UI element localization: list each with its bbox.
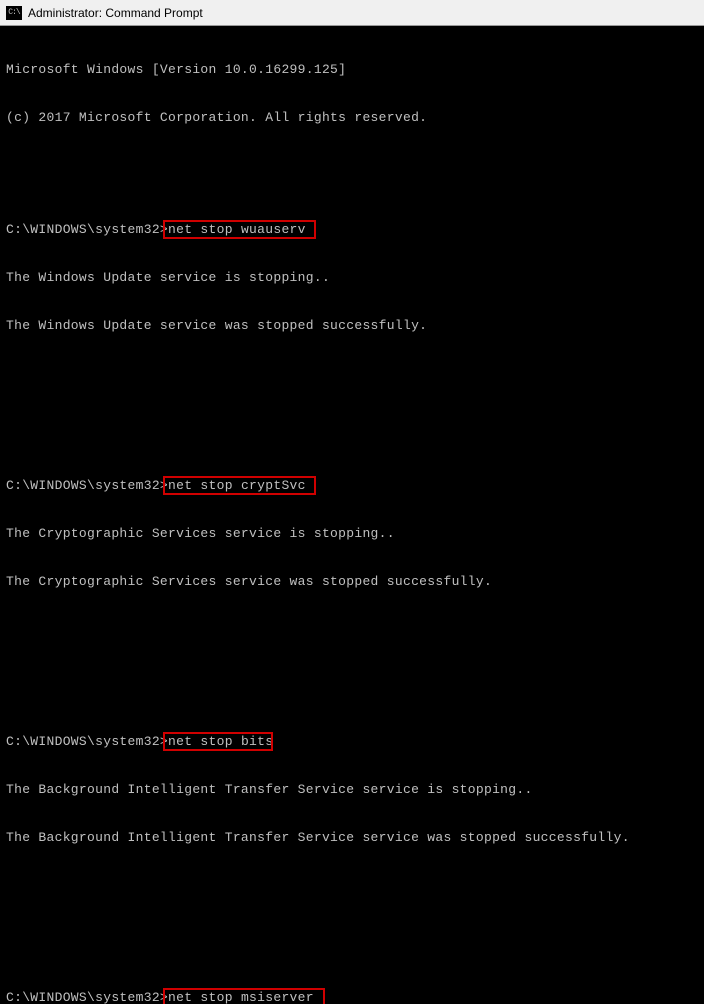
prompt: C:\WINDOWS\system32> [6, 222, 168, 238]
output-line: The Windows Update service is stopping.. [6, 270, 698, 286]
command-line-4: C:\WINDOWS\system32>net stop msiserver [6, 990, 698, 1004]
command-text: net stop msiserver [168, 990, 314, 1004]
command-text: net stop wuauserv [168, 222, 306, 238]
output-line: The Windows Update service was stopped s… [6, 318, 698, 334]
output-line: The Cryptographic Services service is st… [6, 526, 698, 542]
copyright-line: (c) 2017 Microsoft Corporation. All righ… [6, 110, 698, 126]
prompt: C:\WINDOWS\system32> [6, 478, 168, 494]
command-text: net stop bits [168, 734, 273, 750]
window-titlebar[interactable]: C:\ Administrator: Command Prompt [0, 0, 704, 26]
terminal-output[interactable]: Microsoft Windows [Version 10.0.16299.12… [0, 26, 704, 1004]
command-line-3: C:\WINDOWS\system32>net stop bits [6, 734, 698, 750]
output-line: The Background Intelligent Transfer Serv… [6, 782, 698, 798]
command-line-1: C:\WINDOWS\system32>net stop wuauserv [6, 222, 698, 238]
command-text: net stop cryptSvc [168, 478, 306, 494]
output-line: The Background Intelligent Transfer Serv… [6, 830, 698, 846]
version-line: Microsoft Windows [Version 10.0.16299.12… [6, 62, 698, 78]
cmd-icon: C:\ [6, 6, 22, 20]
command-line-2: C:\WINDOWS\system32>net stop cryptSvc [6, 478, 698, 494]
window-title: Administrator: Command Prompt [28, 6, 203, 20]
prompt: C:\WINDOWS\system32> [6, 734, 168, 750]
prompt: C:\WINDOWS\system32> [6, 990, 168, 1004]
output-line: The Cryptographic Services service was s… [6, 574, 698, 590]
